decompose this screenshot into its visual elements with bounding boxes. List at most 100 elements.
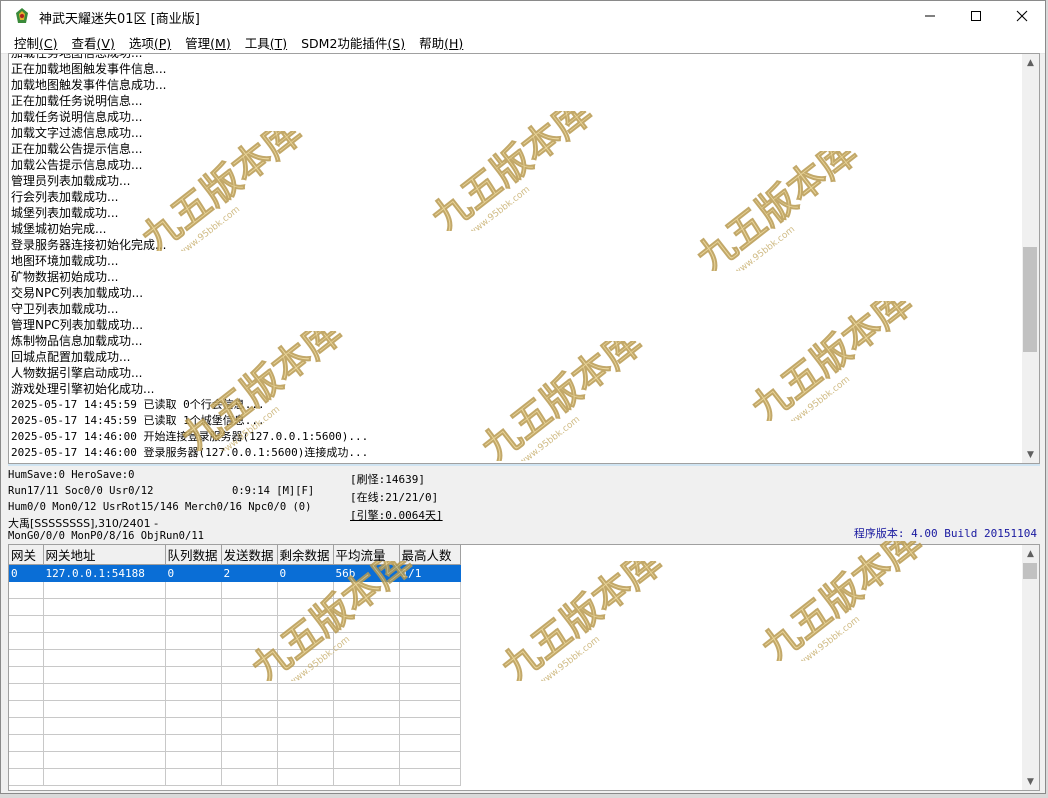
column-header[interactable]: 网关地址 <box>43 545 166 565</box>
table-cell <box>399 632 461 650</box>
table-cell <box>277 649 334 667</box>
scroll-up-icon[interactable]: ▲ <box>1022 54 1039 71</box>
log-line: 炼制物品信息加载成功... <box>11 334 143 348</box>
menu-item-5[interactable]: SDM2功能插件(S) <box>294 31 412 54</box>
log-line: 正在加载地图触发事件信息... <box>11 62 167 76</box>
table-cell <box>277 683 334 701</box>
table-row[interactable] <box>9 683 461 701</box>
column-header[interactable]: 最高人数 <box>399 545 461 565</box>
close-button[interactable] <box>999 1 1045 31</box>
table-cell <box>399 751 461 769</box>
table-cell <box>277 598 334 616</box>
log-line: 2025-05-17 14:46:00 开始连接登录服务器(127.0.0.1:… <box>11 430 369 443</box>
status-run: Run17/11 Soc0/0 Usr0/12 <box>8 485 154 497</box>
table-cell <box>221 700 278 718</box>
log-line: 加载任务说明信息成功... <box>11 110 143 124</box>
column-header[interactable]: 发送数据 <box>221 545 278 565</box>
column-header[interactable]: 平均流量 <box>333 545 400 565</box>
menu-item-2[interactable]: 选项(P) <box>122 31 178 54</box>
scroll-thumb[interactable] <box>1023 247 1037 352</box>
table-row[interactable] <box>9 615 461 633</box>
table-cell <box>43 581 166 599</box>
scroll-down-icon[interactable]: ▼ <box>1022 446 1039 463</box>
menu-bar: 控制(C) 查看(V) 选项(P) 管理(M) 工具(T) SDM2功能插件(S) 帮助(H… <box>1 31 1045 54</box>
log-panel[interactable]: 加载任务地图信息成功... 正在加载地图触发事件信息... 加载地图触发事件信息成功… <box>8 53 1040 464</box>
menu-item-4[interactable]: 工具(T) <box>238 31 294 54</box>
table-cell <box>43 768 166 786</box>
menu-item-3[interactable]: 管理(M) <box>178 31 238 54</box>
title-bar[interactable]: 神武天耀迷失01区 [商业版] <box>1 1 1045 31</box>
log-lines: 加载任务地图信息成功... 正在加载地图触发事件信息... 加载地图触发事件信息成功… <box>11 54 1019 461</box>
table-cell <box>277 581 334 599</box>
table-cell <box>9 632 44 650</box>
maximize-icon <box>970 7 982 26</box>
table-cell <box>277 615 334 633</box>
log-line: 正在加载任务说明信息... <box>11 94 143 108</box>
table-row[interactable]: 0 127.0.0.1:54188 0 2 0 56b 1/1 <box>9 564 461 582</box>
table-row[interactable] <box>9 734 461 752</box>
minimize-button[interactable] <box>907 1 953 31</box>
server-window: 神武天耀迷失01区 [商业版] 控制(C) 查看(V) 选项(P) 管理(M) 工具(T… <box>0 0 1046 794</box>
program-version: 程序版本: 4.00 Build 20151104 <box>853 527 1037 540</box>
table-row[interactable] <box>9 768 461 786</box>
menu-item-6[interactable]: 帮助(H) <box>412 31 470 54</box>
gateway-grid[interactable]: 网关 网关地址 队列数据 发送数据 剩余数据 平均流量 最高人数 0 127.0.0.1:54… <box>8 544 1040 791</box>
menu-item-0[interactable]: 控制(C) <box>7 31 65 54</box>
maximize-button[interactable] <box>953 1 999 31</box>
scroll-down-icon[interactable]: ▼ <box>1022 773 1039 790</box>
table-cell <box>277 734 334 752</box>
engine-runtime: [引擎:0.0064天] <box>350 509 443 522</box>
table-row[interactable] <box>9 649 461 667</box>
column-header[interactable]: 队列数据 <box>165 545 222 565</box>
table-row[interactable] <box>9 598 461 616</box>
log-line: 2025-05-17 14:45:59 已读取 0个行会信息... <box>11 398 265 411</box>
table-cell <box>9 717 44 735</box>
refresh-count: [刷怪:14639] <box>350 473 425 486</box>
table-cell <box>43 632 166 650</box>
table-cell <box>333 683 400 701</box>
scroll-up-icon[interactable]: ▲ <box>1022 545 1039 562</box>
table-cell <box>399 598 461 616</box>
menu-item-1[interactable]: 查看(V) <box>65 31 122 54</box>
grid-scrollbar[interactable]: ▲ ▼ <box>1022 545 1039 790</box>
log-line: 正在加载公告提示信息... <box>11 142 143 156</box>
menu-accelerator: (H) <box>444 35 464 51</box>
window-title: 神武天耀迷失01区 [商业版] <box>39 12 200 27</box>
table-cell <box>165 768 222 786</box>
table-cell: 2 <box>221 564 278 582</box>
scroll-thumb[interactable] <box>1023 563 1037 579</box>
menu-accelerator: (P) <box>153 35 172 51</box>
table-cell <box>43 649 166 667</box>
gateway-table: 网关 网关地址 队列数据 发送数据 剩余数据 平均流量 最高人数 0 127.0.0.1:54… <box>9 545 461 786</box>
table-cell: 0 <box>165 564 222 582</box>
table-row[interactable] <box>9 581 461 599</box>
table-row[interactable] <box>9 666 461 684</box>
splitter[interactable] <box>8 464 1040 466</box>
column-header[interactable]: 剩余数据 <box>277 545 334 565</box>
log-line: 城堡列表加载成功... <box>11 206 119 220</box>
status-save: HumSave:0 HeroSave:0 <box>8 469 135 481</box>
table-cell <box>399 683 461 701</box>
table-cell <box>277 666 334 684</box>
table-row[interactable] <box>9 751 461 769</box>
table-row[interactable] <box>9 700 461 718</box>
table-cell <box>165 734 222 752</box>
column-header[interactable]: 网关 <box>9 545 44 565</box>
table-cell <box>333 734 400 752</box>
table-row[interactable] <box>9 632 461 650</box>
table-cell <box>221 751 278 769</box>
log-line: 人物数据引擎启动成功... <box>11 366 143 380</box>
status-map: 大禹[SSSSSSSS],310/2401 - <box>8 517 159 530</box>
log-scrollbar[interactable]: ▲ ▼ <box>1022 54 1039 463</box>
table-cell: 127.0.0.1:54188 <box>43 564 166 582</box>
table-cell: 56b <box>333 564 400 582</box>
table-cell <box>9 751 44 769</box>
table-cell <box>333 666 400 684</box>
table-row[interactable] <box>9 717 461 735</box>
table-cell: 0 <box>9 564 44 582</box>
menu-label: 查看 <box>71 35 97 51</box>
table-cell <box>333 598 400 616</box>
table-cell <box>277 717 334 735</box>
table-cell <box>9 615 44 633</box>
log-line: 守卫列表加载成功... <box>11 302 119 316</box>
